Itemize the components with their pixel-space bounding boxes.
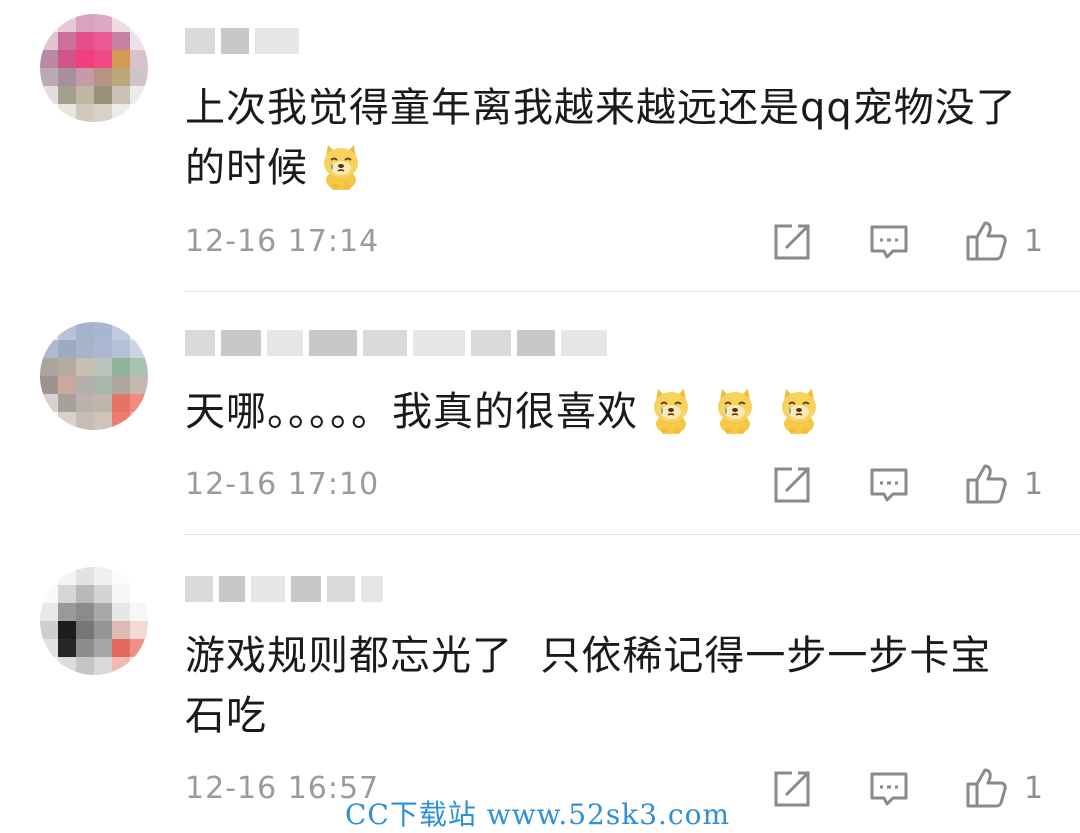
share-icon [774, 771, 810, 807]
like-button[interactable] [964, 766, 1008, 810]
reply-button[interactable] [867, 767, 911, 811]
thumbs-up-icon [966, 768, 1007, 808]
watermark: CC下载站 www.52sk3.com [345, 798, 730, 831]
like-count: 1 [1024, 771, 1044, 806]
share-button[interactable] [770, 767, 814, 811]
username-blurred[interactable] [185, 574, 383, 604]
comment-icon [870, 772, 908, 806]
comment-text: 游戏规则都忘光了 只依稀记得一步一步卡宝石吃 [185, 633, 992, 739]
comment-item: 游戏规则都忘光了 只依稀记得一步一步卡宝石吃 12-16 16:57 1 [0, 0, 1080, 827]
avatar[interactable] [40, 567, 148, 675]
